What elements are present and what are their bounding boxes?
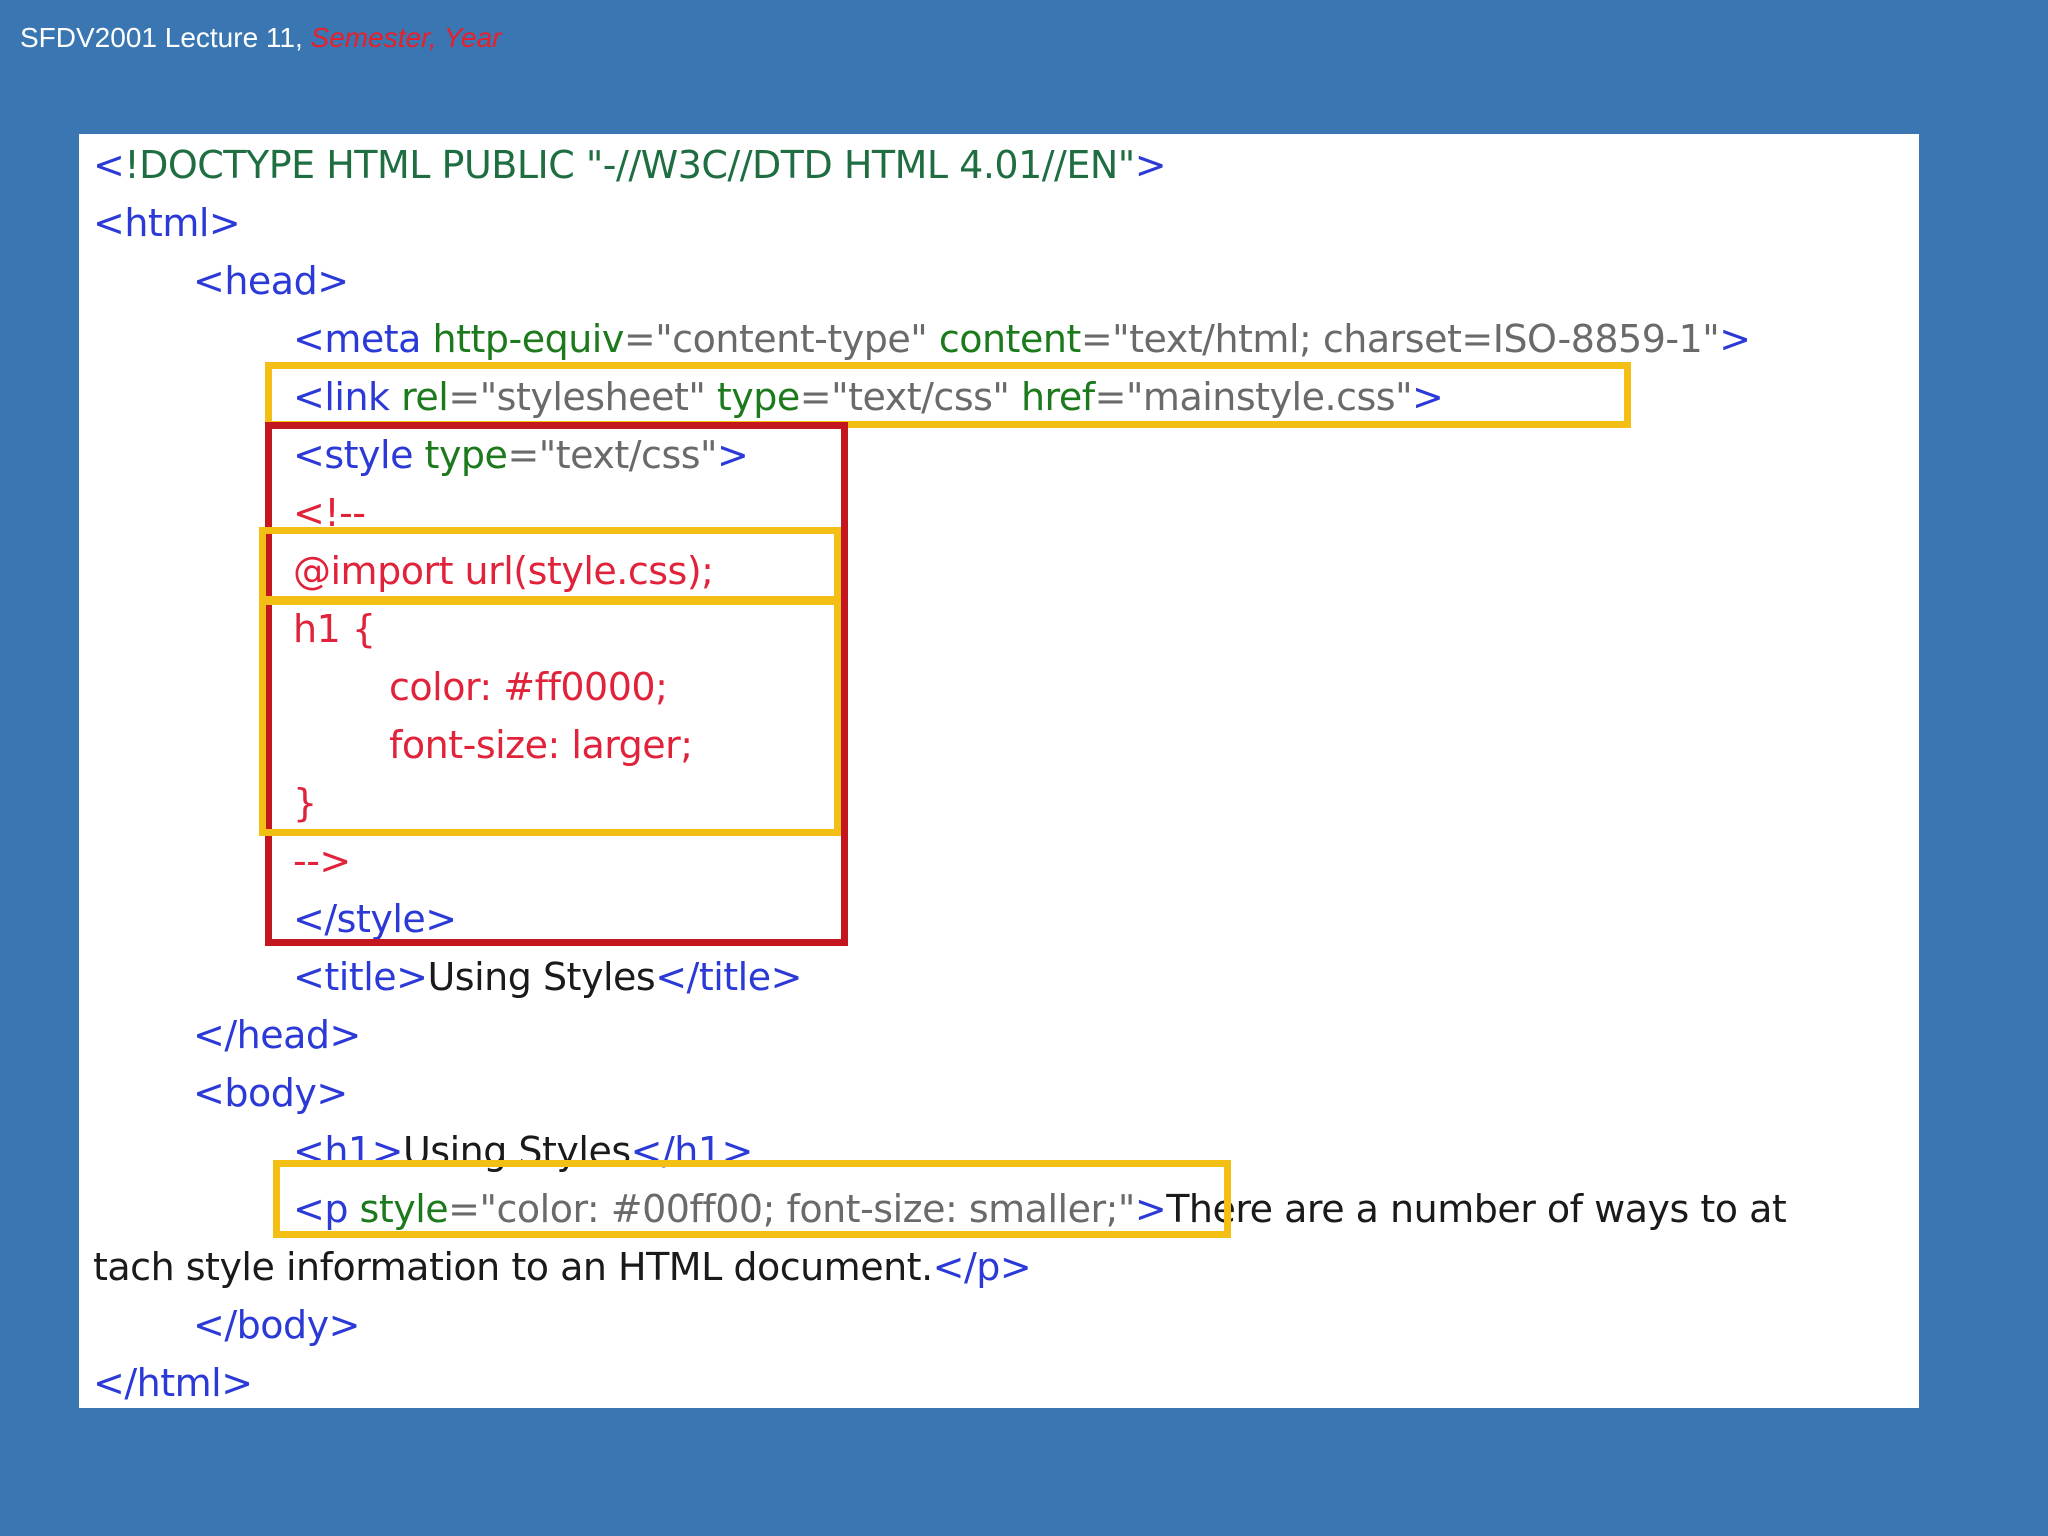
- code-line-comment-open: <!--: [293, 491, 366, 535]
- code-line-head-close: </head>: [193, 1013, 361, 1057]
- code-line-head-open: <head>: [193, 259, 349, 303]
- code-line-fontsize-decl: font-size: larger;: [389, 723, 693, 767]
- code-line-rule-close: }: [293, 781, 317, 825]
- code-panel: <!DOCTYPE HTML PUBLIC "-//W3C//DTD HTML …: [79, 134, 1919, 1408]
- code-line-body-close: </body>: [193, 1303, 360, 1347]
- code-line-h1-rule: h1 {: [293, 607, 376, 651]
- code-line-style-close: </style>: [293, 897, 457, 941]
- code-line-comment-close: -->: [293, 839, 351, 883]
- term-label: Semester, Year: [310, 22, 502, 53]
- code-line-color-decl: color: #ff0000;: [389, 665, 668, 709]
- code-line-style-open: <style type="text/css">: [293, 433, 749, 477]
- code-line-html-close: </html>: [93, 1361, 253, 1405]
- code-line-link: <link rel="stylesheet" type="text/css" h…: [293, 375, 1444, 419]
- code-line-h1: <h1>Using Styles</h1>: [293, 1129, 753, 1173]
- course-label: SFDV2001 Lecture 11,: [20, 22, 311, 53]
- code-line-doctype: <!DOCTYPE HTML PUBLIC "-//W3C//DTD HTML …: [93, 143, 1167, 187]
- code-line-meta: <meta http-equiv="content-type" content=…: [293, 317, 1751, 361]
- code-line-p-inline: <p style="color: #00ff00; font-size: sma…: [293, 1187, 1787, 1231]
- slide-header: SFDV2001 Lecture 11, Semester, Year: [20, 22, 501, 54]
- code-line-body-open: <body>: [193, 1071, 348, 1115]
- code-line-p-continued: tach style information to an HTML docume…: [93, 1245, 1032, 1289]
- code-line-title: <title>Using Styles</title>: [293, 955, 802, 999]
- code-line-html-open: <html>: [93, 201, 241, 245]
- code-line-import: @import url(style.css);: [293, 549, 714, 593]
